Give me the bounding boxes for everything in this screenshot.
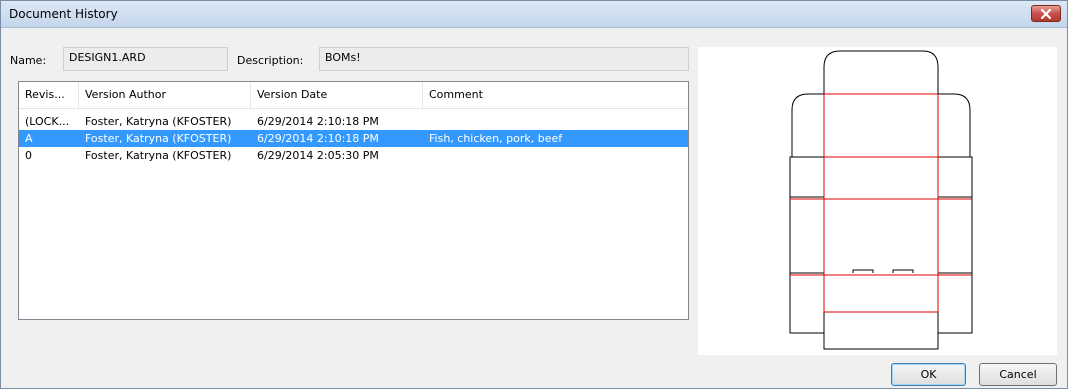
cell-author: Foster, Katryna (KFOSTER) <box>85 149 232 162</box>
cell-date: 6/29/2014 2:05:30 PM <box>257 149 379 162</box>
fold-lines <box>790 93 972 313</box>
cell-revision: 0 <box>25 149 32 162</box>
document-history-dialog: Document History Name: DESIGN1.ARD Descr… <box>0 0 1068 389</box>
cell-date: 6/29/2014 2:10:18 PM <box>257 132 379 145</box>
title-bar: Document History <box>1 1 1067 28</box>
table-row[interactable]: 0 Foster, Katryna (KFOSTER) 6/29/2014 2:… <box>19 147 688 164</box>
description-label: Description: <box>237 54 304 67</box>
column-header-author[interactable]: Version Author <box>79 82 251 108</box>
cut-lines <box>789 50 973 350</box>
close-button[interactable] <box>1031 5 1061 22</box>
cell-revision: A <box>25 132 33 145</box>
column-header-date[interactable]: Version Date <box>251 82 423 108</box>
close-icon <box>1040 8 1052 19</box>
cell-comment: Fish, chicken, pork, beef <box>429 132 563 145</box>
name-label: Name: <box>10 54 47 67</box>
ok-button[interactable]: OK <box>891 363 966 386</box>
cell-comment <box>423 147 688 164</box>
description-field: BOMs! <box>319 47 689 71</box>
column-header-comment[interactable]: Comment <box>423 82 688 108</box>
column-header-revision[interactable]: Revis... <box>19 82 79 108</box>
cell-author: Foster, Katryna (KFOSTER) <box>85 115 232 128</box>
name-field: DESIGN1.ARD <box>63 47 228 71</box>
list-header: Revis... Version Author Version Date Com… <box>19 82 688 109</box>
cell-author: Foster, Katryna (KFOSTER) <box>85 132 232 145</box>
design-preview <box>698 47 1057 355</box>
table-row-selected[interactable]: A Foster, Katryna (KFOSTER) 6/29/2014 2:… <box>19 130 688 147</box>
table-row[interactable]: (LOCK... Foster, Katryna (KFOSTER) 6/29/… <box>19 113 688 130</box>
cell-revision: (LOCK... <box>25 115 70 128</box>
dialog-title: Document History <box>9 7 118 21</box>
cell-comment <box>423 113 688 130</box>
box-dieline-drawing <box>789 50 973 350</box>
cancel-button[interactable]: Cancel <box>979 363 1057 386</box>
cell-date: 6/29/2014 2:10:18 PM <box>257 115 379 128</box>
revision-list[interactable]: Revis... Version Author Version Date Com… <box>18 81 689 320</box>
